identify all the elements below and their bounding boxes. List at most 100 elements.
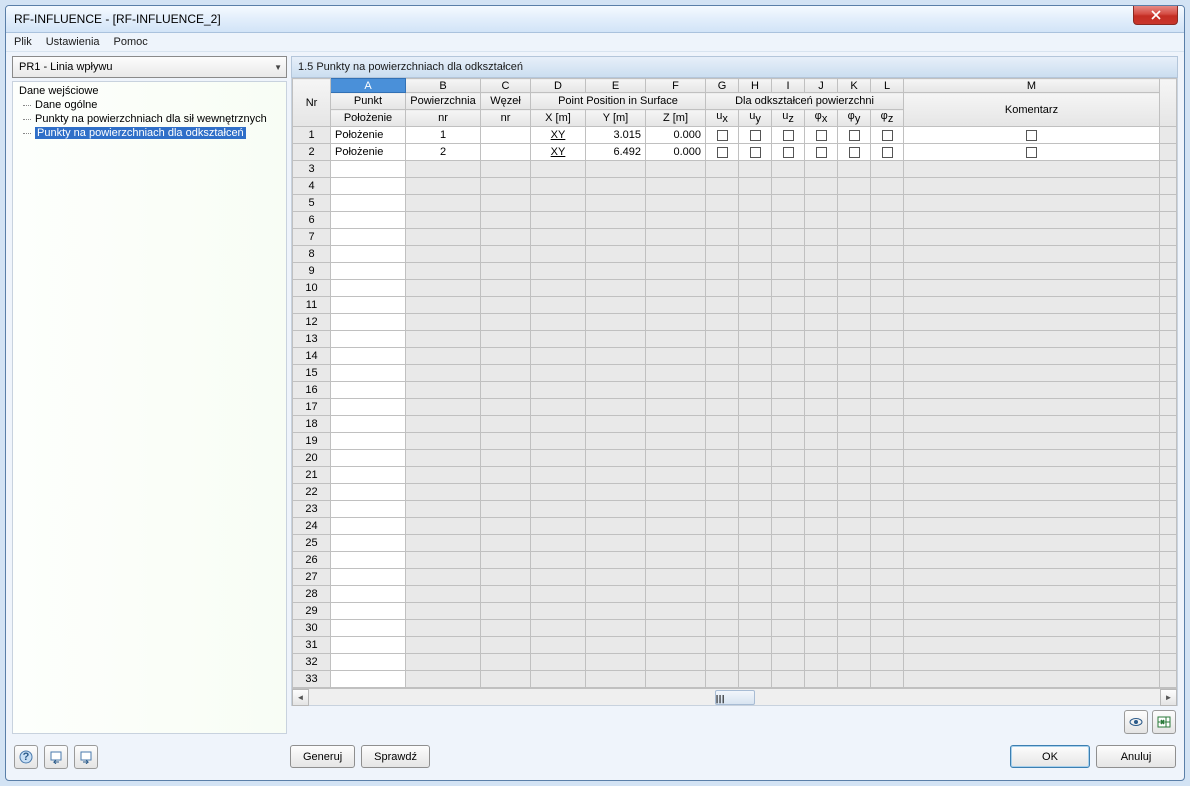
cell-empty[interactable] [739,195,772,212]
cell-empty[interactable] [706,246,739,263]
cell-empty[interactable] [838,399,871,416]
cell-empty[interactable] [531,518,586,535]
cell-empty[interactable] [871,382,904,399]
cell-empty[interactable] [772,518,805,535]
cell-empty[interactable] [646,518,706,535]
cell-empty[interactable] [772,229,805,246]
cell-empty[interactable] [531,263,586,280]
cell-empty[interactable] [805,671,838,688]
cell-empty[interactable] [646,161,706,178]
cell-empty[interactable] [531,535,586,552]
cell-empty[interactable] [406,467,481,484]
cell-empty[interactable] [331,178,406,195]
cell-empty[interactable] [739,535,772,552]
cell-empty[interactable] [838,263,871,280]
cell-empty[interactable] [586,246,646,263]
checkbox-icon[interactable] [849,147,860,158]
cell-empty[interactable] [706,450,739,467]
cell-empty[interactable] [838,450,871,467]
table-row[interactable]: 14 [293,348,1177,365]
cell-empty[interactable] [646,671,706,688]
table-row[interactable]: 29 [293,603,1177,620]
cell-empty[interactable] [739,297,772,314]
cell-empty[interactable] [706,331,739,348]
cell-empty[interactable] [706,603,739,620]
cell-empty[interactable] [531,195,586,212]
cell-empty[interactable] [406,569,481,586]
cell-empty[interactable] [838,637,871,654]
cell-empty[interactable] [531,365,586,382]
cell-polozenie[interactable]: Położenie [331,127,406,144]
cell-empty[interactable] [706,178,739,195]
table-row[interactable]: 13 [293,331,1177,348]
cell-empty[interactable] [586,535,646,552]
cell-empty[interactable] [772,246,805,263]
checkbox-icon[interactable] [882,130,893,141]
cell-empty[interactable] [838,297,871,314]
cell-empty[interactable] [904,314,1160,331]
cell-empty[interactable] [904,297,1160,314]
cell-empty[interactable] [772,399,805,416]
cell-y[interactable]: 0.000 [646,144,706,161]
cell-phix[interactable] [805,144,838,161]
cell-empty[interactable] [706,195,739,212]
scroll-thumb[interactable]: ꞁꞁꞁ [715,690,755,705]
cell-empty[interactable] [481,518,531,535]
cell-empty[interactable] [531,637,586,654]
cell-empty[interactable] [772,484,805,501]
row-number[interactable]: 16 [293,382,331,399]
cell-empty[interactable] [531,654,586,671]
row-number[interactable]: 19 [293,433,331,450]
checkbox-icon[interactable] [783,130,794,141]
cell-empty[interactable] [646,467,706,484]
cell-empty[interactable] [406,620,481,637]
cell-empty[interactable] [531,552,586,569]
cell-empty[interactable] [706,263,739,280]
table-row[interactable]: 5 [293,195,1177,212]
cell-empty[interactable] [586,161,646,178]
cell-empty[interactable] [805,467,838,484]
cell-empty[interactable] [739,331,772,348]
cell-empty[interactable] [838,518,871,535]
cell-phiy[interactable] [838,127,871,144]
checkbox-icon[interactable] [750,147,761,158]
cell-empty[interactable] [904,263,1160,280]
cell-empty[interactable] [871,654,904,671]
cell-empty[interactable] [838,212,871,229]
cell-empty[interactable] [805,348,838,365]
cell-empty[interactable] [838,348,871,365]
cell-empty[interactable] [772,365,805,382]
cell-empty[interactable] [531,450,586,467]
cell-empty[interactable] [531,620,586,637]
cell-empty[interactable] [481,620,531,637]
col-letter-header[interactable]: F [646,79,706,93]
table-row[interactable]: 11 [293,297,1177,314]
cell-empty[interactable] [871,314,904,331]
cell-empty[interactable] [586,314,646,331]
next-table-button[interactable] [74,745,98,769]
cell-empty[interactable] [871,416,904,433]
cell-empty[interactable] [406,518,481,535]
col-letter-header[interactable]: E [586,79,646,93]
cell-empty[interactable] [481,246,531,263]
cell-empty[interactable] [904,654,1160,671]
cell-empty[interactable] [772,467,805,484]
cell-empty[interactable] [331,552,406,569]
row-number[interactable]: 13 [293,331,331,348]
cell-empty[interactable] [805,212,838,229]
cell-empty[interactable] [838,484,871,501]
cell-empty[interactable] [331,314,406,331]
cell-empty[interactable] [586,399,646,416]
checkbox-icon[interactable] [882,147,893,158]
checkbox-icon[interactable] [816,147,827,158]
row-number[interactable]: 10 [293,280,331,297]
checkbox-icon[interactable] [1026,130,1037,141]
cell-uy[interactable] [739,127,772,144]
menu-settings[interactable]: Ustawienia [46,36,100,48]
cell-empty[interactable] [331,501,406,518]
cell-x[interactable]: 6.492 [586,144,646,161]
cell-empty[interactable] [805,552,838,569]
cell-empty[interactable] [331,637,406,654]
cell-empty[interactable] [871,212,904,229]
cell-empty[interactable] [646,654,706,671]
